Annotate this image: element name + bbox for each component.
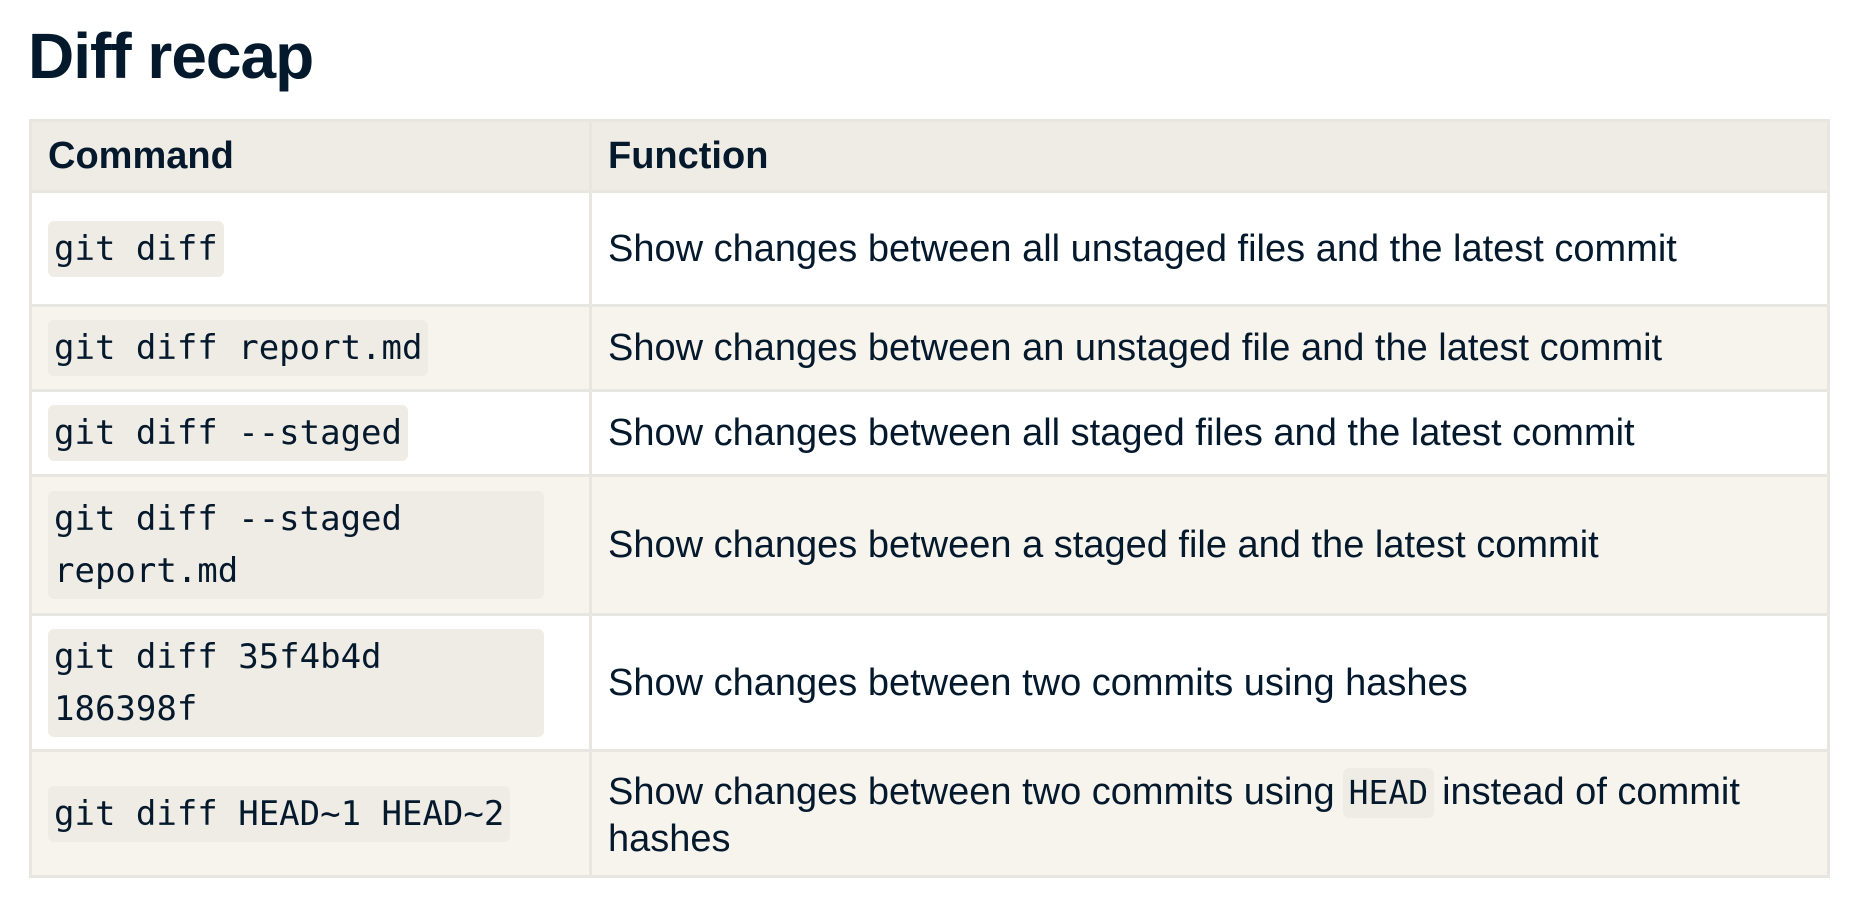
function-cell: Show changes between an unstaged file an… [589, 304, 1830, 392]
command-code: git diff --staged report.md [48, 491, 544, 599]
table-row: git diff --staged report.md Show changes… [29, 474, 1830, 616]
table-row: git diff HEAD~1 HEAD~2 Show changes betw… [29, 749, 1830, 878]
diff-recap-table: Command Function git diff Show changes b… [29, 119, 1830, 878]
table-header-row: Command Function [29, 119, 1830, 193]
table-row: git diff 35f4b4d 186398f Show changes be… [29, 613, 1830, 752]
column-header-command: Command [29, 119, 592, 193]
command-code: git diff HEAD~1 HEAD~2 [48, 785, 511, 842]
table-row: git diff --staged Show changes between a… [29, 389, 1830, 477]
table-row: git diff report.md Show changes between … [29, 304, 1830, 392]
function-cell: Show changes between a staged file and t… [589, 474, 1830, 616]
column-header-function: Function [589, 119, 1830, 193]
command-cell: git diff 35f4b4d 186398f [29, 613, 592, 752]
command-code: git diff --staged [48, 405, 408, 461]
command-code: git diff [48, 220, 224, 277]
command-cell: git diff --staged [29, 389, 592, 477]
command-cell: git diff report.md [29, 304, 592, 392]
inline-code-head: HEAD [1342, 767, 1435, 818]
function-text-before: Show changes between two commits using [608, 770, 1335, 813]
command-cell: git diff --staged report.md [29, 474, 592, 616]
function-cell: Show changes between two commits using HE… [589, 749, 1830, 878]
function-cell: Show changes between all unstaged files … [589, 190, 1830, 307]
command-cell: git diff HEAD~1 HEAD~2 [29, 749, 592, 878]
function-cell: Show changes between all staged files an… [589, 389, 1830, 477]
command-code: git diff report.md [48, 320, 429, 376]
page-title: Diff recap [28, 20, 314, 92]
table-row: git diff Show changes between all unstag… [29, 190, 1830, 307]
function-cell: Show changes between two commits using h… [589, 613, 1830, 752]
command-code: git diff 35f4b4d 186398f [48, 628, 544, 737]
command-cell: git diff [29, 190, 592, 307]
